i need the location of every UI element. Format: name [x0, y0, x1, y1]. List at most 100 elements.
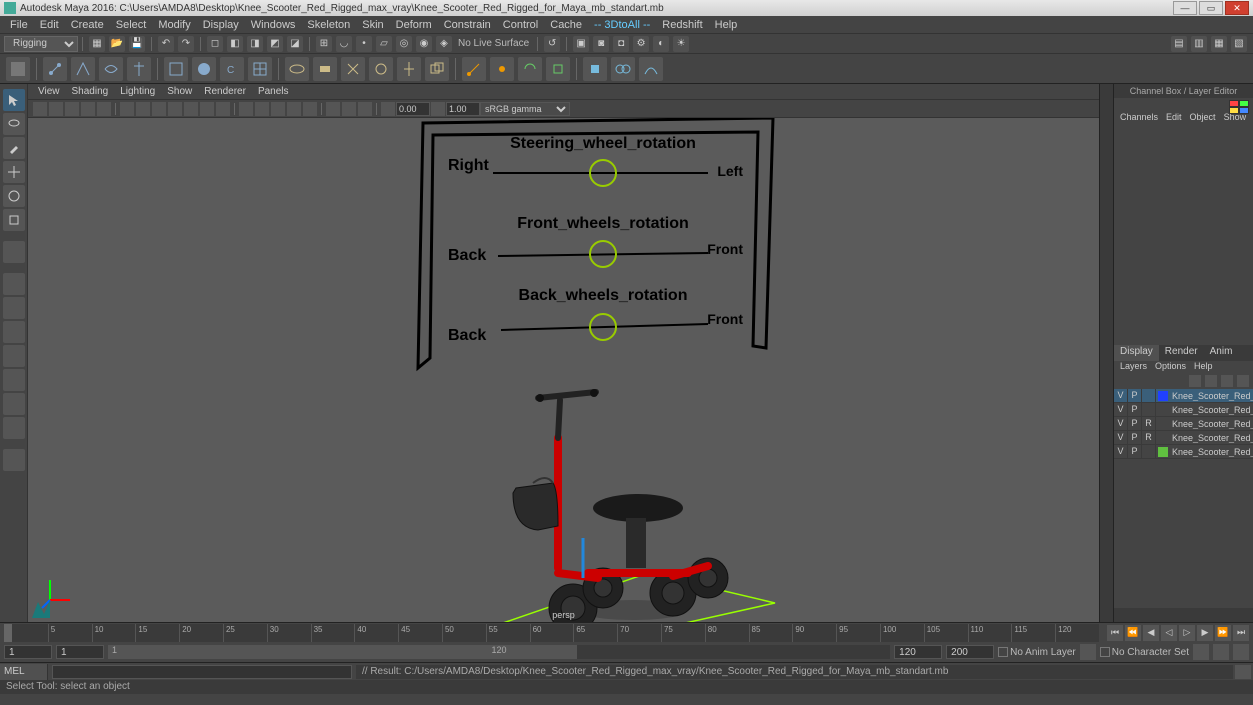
constraint-orient-icon[interactable] — [518, 57, 542, 81]
snap-live-icon[interactable]: ◉ — [416, 36, 432, 52]
play-fwd-icon[interactable]: ▷ — [1179, 625, 1195, 641]
four-view-icon[interactable] — [3, 297, 25, 319]
bookmark-icon[interactable] — [49, 102, 63, 116]
menu-constrain[interactable]: Constrain — [438, 17, 497, 33]
step-fwd-key-icon[interactable]: ⏩ — [1215, 625, 1231, 641]
go-start-icon[interactable]: ⏮ — [1107, 625, 1123, 641]
xray-joints-icon[interactable] — [358, 102, 372, 116]
single-persp-icon[interactable] — [3, 273, 25, 295]
tab-anim[interactable]: Anim — [1204, 345, 1239, 361]
step-fwd-icon[interactable]: ▶ — [1197, 625, 1213, 641]
time-cursor[interactable] — [4, 624, 12, 642]
lasso-tool-icon[interactable] — [3, 113, 25, 135]
copy-weights-icon[interactable] — [425, 57, 449, 81]
range-start-outer[interactable] — [4, 645, 52, 659]
detach-skin-icon[interactable] — [341, 57, 365, 81]
hypershade-icon[interactable]: ◐ — [653, 36, 669, 52]
ipr-render-icon[interactable]: ◘ — [613, 36, 629, 52]
menu-create[interactable]: Create — [65, 17, 110, 33]
viewport-scrollbar[interactable] — [1099, 84, 1113, 622]
select-tool-icon[interactable] — [3, 89, 25, 111]
panel-show[interactable]: Show — [161, 85, 198, 98]
snap-grid-icon[interactable]: ⊞ — [316, 36, 332, 52]
layers-layers[interactable]: Layers — [1116, 361, 1151, 375]
minimize-button[interactable]: — — [1173, 1, 1197, 15]
menu-modify[interactable]: Modify — [152, 17, 196, 33]
maximize-button[interactable]: ▭ — [1199, 1, 1223, 15]
field-chart-icon[interactable] — [184, 102, 198, 116]
close-button[interactable]: ✕ — [1225, 1, 1249, 15]
grid-icon[interactable] — [120, 102, 134, 116]
step-back-key-icon[interactable]: ⏪ — [1125, 625, 1141, 641]
cb-show[interactable]: Show — [1220, 112, 1251, 126]
ik-handle-icon[interactable] — [71, 57, 95, 81]
select-component-icon[interactable]: ◩ — [267, 36, 283, 52]
panel-layout-4-icon[interactable]: ▧ — [1231, 36, 1247, 52]
command-input[interactable] — [52, 665, 352, 679]
bind-skin-icon[interactable] — [164, 57, 188, 81]
select-mode-icon[interactable]: ◻ — [207, 36, 223, 52]
history-toggle-icon[interactable]: ↺ — [544, 36, 560, 52]
exposure-input[interactable] — [396, 102, 430, 116]
panel-lighting[interactable]: Lighting — [114, 85, 161, 98]
cluster-icon[interactable]: C — [220, 57, 244, 81]
range-end-inner[interactable] — [894, 645, 942, 659]
save-scene-icon[interactable]: 💾 — [129, 36, 145, 52]
range-end-outer[interactable] — [946, 645, 994, 659]
gamma-input[interactable] — [446, 102, 480, 116]
move-tool-icon[interactable] — [3, 161, 25, 183]
paint-select-icon[interactable] — [3, 137, 25, 159]
move-layer-down-icon[interactable] — [1205, 375, 1217, 387]
tab-display[interactable]: Display — [1114, 345, 1159, 361]
snap-plane-icon[interactable]: ▱ — [376, 36, 392, 52]
blend-shape-icon[interactable] — [611, 57, 635, 81]
camera-select-icon[interactable] — [33, 102, 47, 116]
outliner-persp-icon[interactable] — [3, 321, 25, 343]
step-back-icon[interactable]: ◀ — [1143, 625, 1159, 641]
menu-help[interactable]: Help — [709, 17, 744, 33]
xray-icon[interactable] — [342, 102, 356, 116]
hypershade-persp-icon[interactable] — [3, 369, 25, 391]
wire-deformer-icon[interactable] — [639, 57, 663, 81]
cb-edit[interactable]: Edit — [1162, 112, 1186, 126]
custom-layout-icon[interactable] — [3, 449, 25, 471]
menu-skin[interactable]: Skin — [356, 17, 389, 33]
isolate-icon[interactable] — [326, 102, 340, 116]
menu-cache[interactable]: Cache — [544, 17, 588, 33]
prefs-icon[interactable] — [1233, 644, 1249, 660]
panel-shading[interactable]: Shading — [66, 85, 115, 98]
tab-render[interactable]: Render — [1159, 345, 1204, 361]
redo-icon[interactable]: ↷ — [178, 36, 194, 52]
menu-control[interactable]: Control — [497, 17, 544, 33]
light-editor-icon[interactable]: ☀ — [673, 36, 689, 52]
mode-selector[interactable]: Rigging — [4, 36, 78, 52]
snap-point-icon[interactable]: • — [356, 36, 372, 52]
undo-icon[interactable]: ↶ — [158, 36, 174, 52]
panel-panels[interactable]: Panels — [252, 85, 295, 98]
make-live-icon[interactable]: ◈ — [436, 36, 452, 52]
image-plane-icon[interactable] — [65, 102, 79, 116]
new-empty-layer-icon[interactable] — [1221, 375, 1233, 387]
safe-title-icon[interactable] — [216, 102, 230, 116]
skeleton-icon[interactable] — [127, 57, 151, 81]
panel-view[interactable]: View — [32, 85, 66, 98]
film-gate-icon[interactable] — [136, 102, 150, 116]
open-scene-icon[interactable]: 📂 — [109, 36, 125, 52]
time-slider[interactable]: 1510152025303540455055606570758085909510… — [4, 624, 1099, 642]
menu-deform[interactable]: Deform — [390, 17, 438, 33]
panel-layout-2-icon[interactable]: ▥ — [1191, 36, 1207, 52]
2d-pan-icon[interactable] — [81, 102, 95, 116]
channel-color-swatch[interactable] — [1229, 100, 1249, 114]
rigid-bind-icon[interactable] — [313, 57, 337, 81]
go-end-icon[interactable]: ⏭ — [1233, 625, 1249, 641]
autokey-icon[interactable] — [1213, 644, 1229, 660]
last-tool-icon[interactable] — [3, 241, 25, 263]
uv-persp-icon[interactable] — [3, 417, 25, 439]
panel-renderer[interactable]: Renderer — [198, 85, 252, 98]
character-set-select[interactable]: No Character Set — [1100, 647, 1189, 658]
menu-file[interactable]: File — [4, 17, 34, 33]
colorspace-select[interactable]: sRGB gamma — [480, 102, 570, 116]
layers-options[interactable]: Options — [1151, 361, 1190, 375]
render-settings-icon[interactable]: ⚙ — [633, 36, 649, 52]
lattice-icon[interactable] — [248, 57, 272, 81]
